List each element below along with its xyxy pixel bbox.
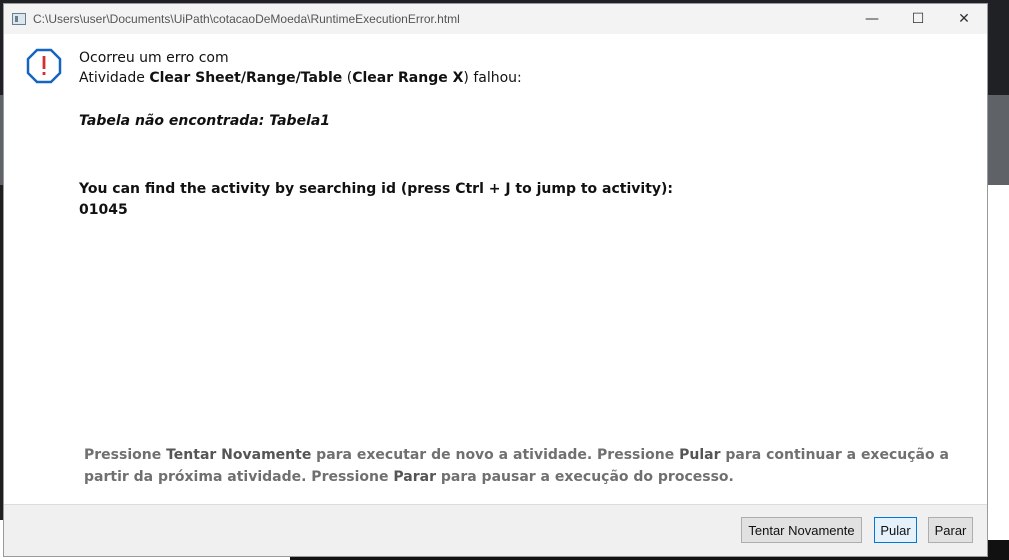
- minimize-button[interactable]: —: [849, 4, 895, 34]
- title-bar[interactable]: C:\Users\user\Documents\UiPath\cotacaoDe…: [4, 4, 987, 34]
- activity-paren-open: (: [342, 70, 353, 86]
- activity-name: Clear Sheet/Range/Table: [149, 70, 343, 86]
- activity-display-name: Clear Range X: [352, 70, 464, 86]
- skip-button[interactable]: Pular: [874, 517, 917, 543]
- instr-part-4: para pausar a execução do processo.: [435, 469, 734, 485]
- activity-id: 01045: [79, 202, 128, 218]
- instr-part-2: para executar de novo a atividade. Press…: [311, 447, 680, 463]
- instr-retry-word: Tentar Novamente: [166, 447, 312, 463]
- dialog-content: Ocorreu um erro com Atividade Clear Shee…: [4, 34, 987, 504]
- app-window-icon: [12, 13, 26, 25]
- maximize-button[interactable]: ☐: [895, 4, 941, 34]
- close-button[interactable]: ✕: [941, 4, 987, 34]
- instr-skip-word: Pular: [679, 447, 721, 463]
- error-dialog: C:\Users\user\Documents\UiPath\cotacaoDe…: [3, 3, 988, 557]
- find-activity-hint: You can find the activity by searching i…: [79, 179, 673, 221]
- retry-button[interactable]: Tentar Novamente: [741, 517, 862, 543]
- error-octagon-icon: [26, 48, 62, 84]
- instructions-text: Pressione Tentar Novamente para executar…: [84, 444, 984, 488]
- background-window-edge: [988, 185, 1009, 560]
- instr-part-1: Pressione: [84, 447, 167, 463]
- activity-suffix: ) falhou:: [463, 70, 522, 86]
- window-title: C:\Users\user\Documents\UiPath\cotacaoDe…: [33, 12, 460, 26]
- stop-button[interactable]: Parar: [928, 517, 973, 543]
- activity-prefix: Atividade: [79, 70, 150, 86]
- window-controls: — ☐ ✕: [849, 4, 987, 34]
- error-detail: Tabela não encontrada: Tabela1: [79, 113, 331, 129]
- button-bar: Tentar Novamente Pular Parar: [4, 504, 987, 556]
- find-activity-text: You can find the activity by searching i…: [79, 181, 674, 197]
- error-message: Ocorreu um erro com Atividade Clear Shee…: [79, 48, 522, 88]
- activity-failed-line: Atividade Clear Sheet/Range/Table (Clear…: [79, 68, 522, 88]
- instr-stop-word: Parar: [393, 469, 436, 485]
- error-heading: Ocorreu um erro com: [79, 50, 229, 66]
